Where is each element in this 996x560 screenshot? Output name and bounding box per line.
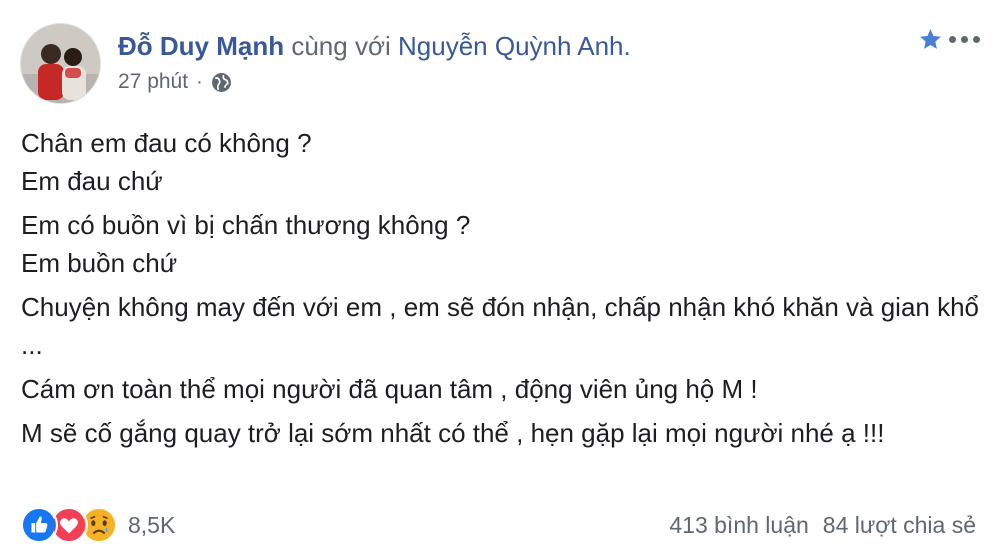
comment-count[interactable]: 413 bình luận	[669, 512, 808, 539]
post-actions	[918, 27, 980, 52]
post-line: Em đau chứ	[21, 166, 163, 196]
post-time[interactable]: 27 phút	[118, 70, 188, 94]
avatar[interactable]	[20, 23, 101, 104]
avatar-photo-icon	[21, 24, 100, 103]
more-dot-icon	[961, 36, 968, 43]
post-meta: 27 phút ·	[118, 70, 232, 94]
post-footer: 8,5K 413 bình luận 84 lượt chia sẻ	[20, 504, 976, 546]
globe-icon[interactable]	[211, 72, 232, 93]
facebook-post: Đỗ Duy Mạnh cùng với Nguyễn Quỳnh Anh. 2…	[0, 0, 996, 560]
post-line: Em có buồn vì bị chấn thương không ?	[21, 210, 471, 240]
post-line: Chân em đau có không ?	[21, 128, 312, 158]
like-icon	[20, 506, 58, 544]
post-line: Cám ơn toàn thể mọi người đã quan tâm , …	[21, 374, 758, 404]
meta-separator: ·	[196, 70, 203, 93]
share-count[interactable]: 84 lượt chia sẻ	[823, 512, 976, 539]
star-icon[interactable]	[918, 27, 943, 52]
reactions-summary[interactable]: 8,5K	[20, 506, 175, 544]
post-body: Chân em đau có không ? Em đau chứ Em có …	[21, 124, 981, 458]
post-line: M sẽ cố gắng quay trở lại sớm nhất có th…	[21, 418, 885, 448]
post-header: Đỗ Duy Mạnh cùng với Nguyễn Quỳnh Anh.	[118, 30, 631, 62]
with-label: cùng với	[291, 31, 391, 61]
reaction-count[interactable]: 8,5K	[128, 512, 175, 539]
post-line: Chuyện không may đến với em , em sẽ đón …	[21, 292, 980, 360]
post-stats: 413 bình luận 84 lượt chia sẻ	[669, 512, 976, 539]
more-dot-icon	[973, 36, 980, 43]
author-name[interactable]: Đỗ Duy Mạnh	[118, 31, 284, 61]
more-dot-icon	[949, 36, 956, 43]
more-options-icon[interactable]	[949, 36, 980, 43]
post-line: Em buồn chứ	[21, 248, 178, 278]
tagged-person[interactable]: Nguyễn Quỳnh Anh.	[398, 31, 631, 61]
